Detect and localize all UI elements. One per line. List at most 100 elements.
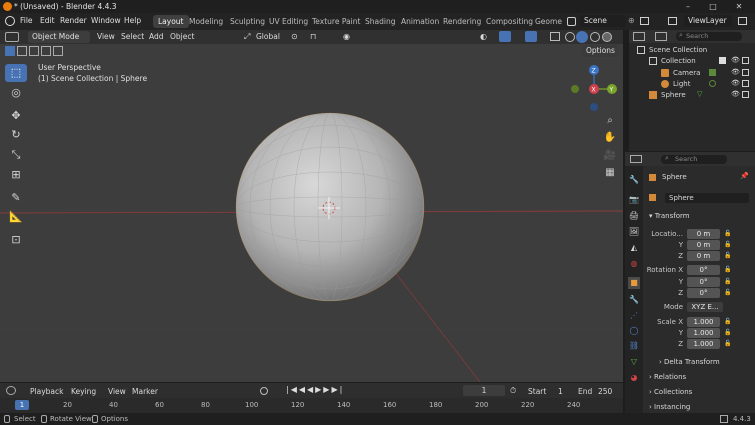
outliner-row-camera[interactable]: Camera 👁 bbox=[629, 68, 755, 79]
select-new-icon[interactable] bbox=[5, 46, 15, 56]
lock-icon[interactable]: 🔓 bbox=[724, 266, 731, 273]
playback-controls[interactable]: |◀◀◀▶▶▶| bbox=[286, 385, 344, 394]
view-layer-tab-icon[interactable]: 🖼 bbox=[628, 226, 640, 238]
pin-properties-icon[interactable]: 📌 bbox=[740, 172, 749, 180]
collections-section[interactable]: › Collections bbox=[649, 388, 692, 396]
new-scene-icon[interactable] bbox=[640, 17, 649, 25]
rotation-z-field[interactable]: 0° bbox=[687, 288, 720, 298]
wireframe-shading-icon[interactable] bbox=[565, 32, 575, 42]
object-mode-dropdown[interactable]: Object Mode bbox=[28, 31, 90, 43]
menu-file[interactable]: File bbox=[20, 16, 33, 25]
location-x-field[interactable]: 0 m bbox=[687, 229, 720, 239]
scale-y-field[interactable]: 1.000 bbox=[687, 328, 720, 338]
view-layer-selector[interactable]: ViewLayer bbox=[684, 15, 732, 27]
lock-icon[interactable]: 🔓 bbox=[724, 289, 731, 296]
pin-icon[interactable]: ⊕ bbox=[628, 16, 635, 25]
lock-icon[interactable]: 🔓 bbox=[724, 252, 731, 259]
output-tab-icon[interactable]: 🖨 bbox=[628, 210, 640, 222]
scene-selector[interactable]: Scene bbox=[580, 15, 626, 27]
material-shading-icon[interactable] bbox=[590, 32, 600, 42]
overlay-toggle-icon[interactable] bbox=[525, 31, 537, 42]
menu-marker[interactable]: Marker bbox=[132, 387, 158, 396]
select-box-tool[interactable]: ⬚ bbox=[5, 64, 27, 82]
menu-select[interactable]: Select bbox=[121, 32, 144, 41]
physics-tab-icon[interactable]: ◯ bbox=[628, 325, 640, 337]
tab-animation[interactable]: Animation bbox=[396, 15, 444, 28]
scene-tab-icon[interactable]: ◭ bbox=[628, 242, 640, 254]
minimize-button[interactable]: – bbox=[678, 1, 698, 12]
location-y-field[interactable]: 0 m bbox=[687, 240, 720, 250]
location-z-field[interactable]: 0 m bbox=[687, 251, 720, 261]
cursor-tool[interactable]: ◎ bbox=[5, 84, 27, 102]
current-frame-field[interactable]: 1 bbox=[463, 385, 505, 396]
gizmo-toggle-icon[interactable] bbox=[499, 31, 511, 42]
modifiers-tab-icon[interactable]: 🔧 bbox=[628, 294, 640, 306]
playhead-frame[interactable]: 1 bbox=[15, 400, 29, 410]
world-tab-icon[interactable]: ◍ bbox=[628, 258, 640, 270]
instancing-section[interactable]: › Instancing bbox=[649, 403, 690, 411]
menu-keying[interactable]: Keying bbox=[71, 387, 96, 396]
select-extend-icon[interactable] bbox=[17, 46, 27, 56]
transform-tool[interactable]: ⊞ bbox=[5, 166, 27, 184]
end-frame-value[interactable]: 250 bbox=[598, 387, 612, 396]
tab-rendering[interactable]: Rendering bbox=[438, 15, 486, 28]
solid-shading-icon[interactable] bbox=[576, 31, 588, 43]
eye-icon[interactable]: 👁 bbox=[731, 68, 740, 76]
zoom-icon[interactable]: ⌕ bbox=[603, 114, 617, 128]
rotation-y-field[interactable]: 0° bbox=[687, 277, 720, 287]
outliner-row-sphere[interactable]: Sphere ▽ 👁 bbox=[629, 90, 755, 101]
particles-tab-icon[interactable]: ⋰ bbox=[628, 310, 640, 322]
start-frame-value[interactable]: 1 bbox=[558, 387, 563, 396]
menu-timeline-view[interactable]: View bbox=[108, 387, 126, 396]
blender-menu-icon[interactable] bbox=[5, 16, 15, 26]
scale-z-field[interactable]: 1.000 bbox=[687, 339, 720, 349]
render-camera-icon[interactable] bbox=[742, 69, 749, 76]
xray-icon[interactable] bbox=[550, 32, 560, 41]
lock-icon[interactable]: 🔓 bbox=[724, 318, 731, 325]
snap-icon[interactable]: ⊓ bbox=[310, 32, 316, 41]
rotation-mode-dropdown[interactable]: XYZ E... bbox=[687, 302, 723, 312]
object-name-field[interactable]: Sphere bbox=[665, 193, 749, 203]
editor-type-icon[interactable] bbox=[5, 32, 19, 42]
select-invert-icon[interactable] bbox=[41, 46, 51, 56]
render-camera-icon[interactable] bbox=[742, 91, 749, 98]
eye-icon[interactable]: 👁 bbox=[731, 90, 740, 98]
new-view-layer-icon[interactable] bbox=[738, 17, 747, 25]
object-tab-icon[interactable]: ■ bbox=[628, 277, 640, 289]
lock-icon[interactable]: 🔓 bbox=[724, 230, 731, 237]
outliner-filter-icon[interactable] bbox=[655, 32, 667, 41]
data-tab-icon[interactable]: ▽ bbox=[628, 356, 640, 368]
menu-playback[interactable]: Playback bbox=[30, 387, 63, 396]
lock-icon[interactable]: 🔓 bbox=[724, 340, 731, 347]
properties-editor-icon[interactable] bbox=[630, 155, 642, 163]
tab-uv-editing[interactable]: UV Editing bbox=[264, 15, 313, 28]
tab-modeling[interactable]: Modeling bbox=[184, 15, 228, 28]
navigation-gizmo[interactable]: Z Y X bbox=[570, 64, 618, 114]
outliner-editor-icon[interactable] bbox=[633, 32, 645, 41]
options-dropdown[interactable]: Options bbox=[582, 45, 619, 57]
maximize-button[interactable]: □ bbox=[703, 1, 723, 12]
stopwatch-icon[interactable]: ⏱ bbox=[510, 386, 516, 396]
timeline-editor-icon[interactable] bbox=[6, 386, 16, 395]
select-intersect-icon[interactable] bbox=[53, 46, 63, 56]
tab-shading[interactable]: Shading bbox=[360, 15, 400, 28]
record-icon[interactable] bbox=[260, 387, 268, 395]
rotate-tool[interactable]: ↻ bbox=[5, 126, 27, 144]
checkbox-icon[interactable] bbox=[719, 57, 726, 64]
close-button[interactable]: ✕ bbox=[729, 1, 749, 12]
transform-orientation-dropdown[interactable]: Global bbox=[256, 32, 280, 41]
render-camera-icon[interactable] bbox=[742, 80, 749, 87]
menu-edit[interactable]: Edit bbox=[40, 16, 55, 25]
lock-icon[interactable]: 🔓 bbox=[724, 278, 731, 285]
ortho-grid-icon[interactable]: ▦ bbox=[603, 166, 617, 180]
outliner-search-input[interactable]: Search bbox=[676, 32, 742, 41]
menu-object[interactable]: Object bbox=[170, 32, 194, 41]
scale-x-field[interactable]: 1.000 bbox=[687, 317, 720, 327]
relations-section[interactable]: › Relations bbox=[649, 373, 686, 381]
eye-icon[interactable]: 👁 bbox=[731, 79, 740, 87]
object-datablock-icon[interactable] bbox=[649, 194, 656, 201]
tab-geometry[interactable]: Geome bbox=[530, 15, 567, 28]
visibility-icon[interactable]: ◐ bbox=[480, 32, 487, 41]
constraints-tab-icon[interactable]: ⛓ bbox=[628, 340, 640, 352]
outliner-row-light[interactable]: Light 👁 bbox=[629, 79, 755, 90]
